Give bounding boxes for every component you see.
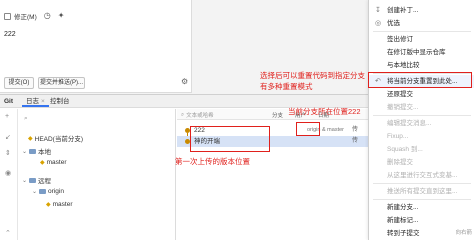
- commit-and-push-button[interactable]: 提交并推送(P)...: [38, 77, 85, 89]
- commit-author: 传: [352, 138, 359, 144]
- menu-shortcut: 向右箭: [455, 230, 472, 236]
- menu-item-label: 新建标记...: [387, 217, 419, 224]
- tag-icon: ◆: [40, 160, 45, 166]
- menu-item-label: 推送所有提交直到这里...: [387, 188, 458, 195]
- tag-icon: ◆: [28, 135, 33, 142]
- tree-item-remote-label: 远程: [38, 178, 52, 185]
- menu-item-drop-commit: 删除提交: [369, 156, 474, 169]
- menu-item-label: 从这里进行交互式变基...: [387, 172, 458, 179]
- annotation-box-reset: [368, 72, 472, 88]
- menu-separator: [373, 183, 471, 184]
- tree-item-local-master[interactable]: ◆ master: [40, 159, 67, 166]
- tag-icon: ◆: [46, 202, 51, 208]
- tree-item-origin-label: origin: [48, 188, 64, 195]
- folder-icon: [29, 177, 37, 183]
- search-icon: ⌕: [181, 111, 185, 118]
- annotation-current-branch: 当前分支所在位置222: [288, 107, 361, 116]
- git-title: Git: [4, 98, 14, 105]
- arrow-down-icon[interactable]: ↙: [5, 133, 11, 141]
- menu-item-label: 与本地比较: [387, 62, 420, 69]
- tree-item-head[interactable]: ◆ HEAD(当前分支): [28, 133, 84, 144]
- tree-item-origin[interactable]: ⌄ origin: [32, 188, 64, 195]
- eye-icon[interactable]: ◉: [5, 169, 11, 177]
- menu-item-label: 新建分支...: [387, 204, 419, 211]
- menu-item-undo-commit: 撤销提交...: [369, 101, 474, 114]
- tab-console[interactable]: 控制台: [46, 96, 74, 107]
- menu-item-checkout-revision[interactable]: 签出修订: [369, 33, 474, 46]
- log-search-placeholder: 文本或哈希: [186, 113, 214, 119]
- log-search-input[interactable]: ⌕ 文本或哈希: [181, 111, 267, 120]
- menu-item-squash: Squash 到...: [369, 143, 474, 156]
- tree-item-head-label: HEAD(当前分支): [34, 136, 84, 143]
- commit-author: 传: [352, 127, 359, 133]
- collapse-icon[interactable]: ⌃: [5, 229, 11, 237]
- menu-item-label: Squash 到...: [387, 146, 423, 153]
- gear-icon[interactable]: ⚙: [181, 77, 188, 86]
- tab-log[interactable]: 日志 ×: [22, 96, 49, 107]
- menu-separator: [373, 31, 471, 32]
- tree-item-local-master-label: master: [46, 159, 67, 166]
- menu-item-cherry-pick[interactable]: ◎ 优选: [369, 17, 474, 30]
- menu-item-fixup: Fixup...: [369, 130, 474, 143]
- menu-item-label: 转到子提交: [387, 230, 420, 237]
- menu-item-label: 优选: [387, 20, 400, 27]
- menu-item-label: 签出修订: [387, 36, 413, 43]
- menu-item-push-up-to-here: 推送所有提交直到这里...: [369, 185, 474, 198]
- menu-item-interactive-rebase: 从这里进行交互式变基...: [369, 169, 474, 182]
- expand-icon[interactable]: ⇕: [5, 149, 11, 157]
- menu-item-edit-message: 编辑提交消息...: [369, 117, 474, 130]
- branch-pane: ⌕ ◆ HEAD(当前分支) ⌄ 本地 ◆ master ⌄ 远程 ⌄ orig…: [18, 109, 176, 240]
- patch-icon: ↧: [375, 7, 381, 14]
- folder-icon: [29, 148, 37, 154]
- chevron-down-icon: ⌄: [32, 189, 38, 195]
- close-icon[interactable]: ×: [41, 98, 45, 105]
- menu-item-revert-commit[interactable]: 还原提交: [369, 88, 474, 101]
- annotation-box-refs: [296, 122, 320, 136]
- cherry-pick-icon: ◎: [375, 20, 382, 27]
- left-gutter: + ↙ ⇕ ◉ ⌃: [0, 109, 18, 240]
- tree-item-local-label: 本地: [38, 149, 52, 156]
- menu-item-create-patch[interactable]: ↧ 创建补丁...: [369, 4, 474, 17]
- chevron-down-icon: ⌄: [22, 177, 28, 184]
- menu-item-label: Fixup...: [387, 133, 409, 140]
- amend-label: 修正(M): [14, 14, 37, 21]
- menu-item-label: 在修订版中显示仓库: [387, 49, 446, 56]
- history-icon[interactable]: ◷: [44, 12, 51, 20]
- menu-item-new-branch[interactable]: 新建分支...: [369, 201, 474, 214]
- menu-item-label: 撤销提交...: [387, 104, 419, 111]
- annotation-reset-line1: 选择后可以重置代码到指定分支: [260, 71, 365, 80]
- menu-separator: [373, 199, 471, 200]
- annotation-reset-line2: 有多种重置模式: [260, 82, 313, 91]
- commit-button[interactable]: 提交(O): [4, 77, 34, 89]
- amend-checkbox[interactable]: [4, 12, 11, 20]
- menu-item-label: 还原提交: [387, 91, 413, 98]
- filter-branch[interactable]: 分支: [272, 111, 283, 119]
- context-menu: ↧ 创建补丁... ◎ 优选 签出修订 在修订版中显示仓库 与本地比较 ↶ 将当前分支…: [368, 0, 474, 240]
- tree-item-local[interactable]: ⌄ 本地: [22, 146, 51, 156]
- annotation-first-commit: 第一次上传的版本位置: [175, 157, 250, 166]
- chevron-down-icon: ⌄: [22, 148, 28, 155]
- menu-separator: [373, 115, 471, 116]
- branch-search-icon[interactable]: ⌕: [24, 115, 28, 123]
- menu-item-new-tag[interactable]: 新建标记...: [369, 214, 474, 227]
- commit-panel: 修正(M) ◷ ✦ 222 提交(O) 提交并推送(P)... ⚙: [0, 0, 192, 93]
- plus-icon[interactable]: +: [5, 113, 9, 120]
- menu-item-compare-local[interactable]: 与本地比较: [369, 59, 474, 72]
- folder-icon: [39, 189, 47, 194]
- tree-item-remote-master-label: master: [52, 201, 73, 208]
- amend-row: 修正(M) ◷ ✦: [4, 11, 64, 21]
- menu-item-label: 删除提交: [387, 159, 413, 166]
- tab-log-label: 日志: [26, 98, 39, 105]
- menu-item-label: 编辑提交消息...: [387, 120, 432, 127]
- menu-item-show-repo-at-revision[interactable]: 在修订版中显示仓库: [369, 46, 474, 59]
- menu-item-label: 创建补丁...: [387, 7, 419, 14]
- annotation-box-commits: [190, 126, 270, 152]
- tree-item-remote[interactable]: ⌄ 远程: [22, 175, 51, 185]
- menu-item-go-to-child[interactable]: 转到子提交 向右箭: [369, 227, 474, 240]
- tree-item-remote-master[interactable]: ◆ master: [46, 201, 73, 208]
- ai-icon[interactable]: ✦: [58, 12, 65, 20]
- commit-message-input[interactable]: 222: [4, 31, 16, 38]
